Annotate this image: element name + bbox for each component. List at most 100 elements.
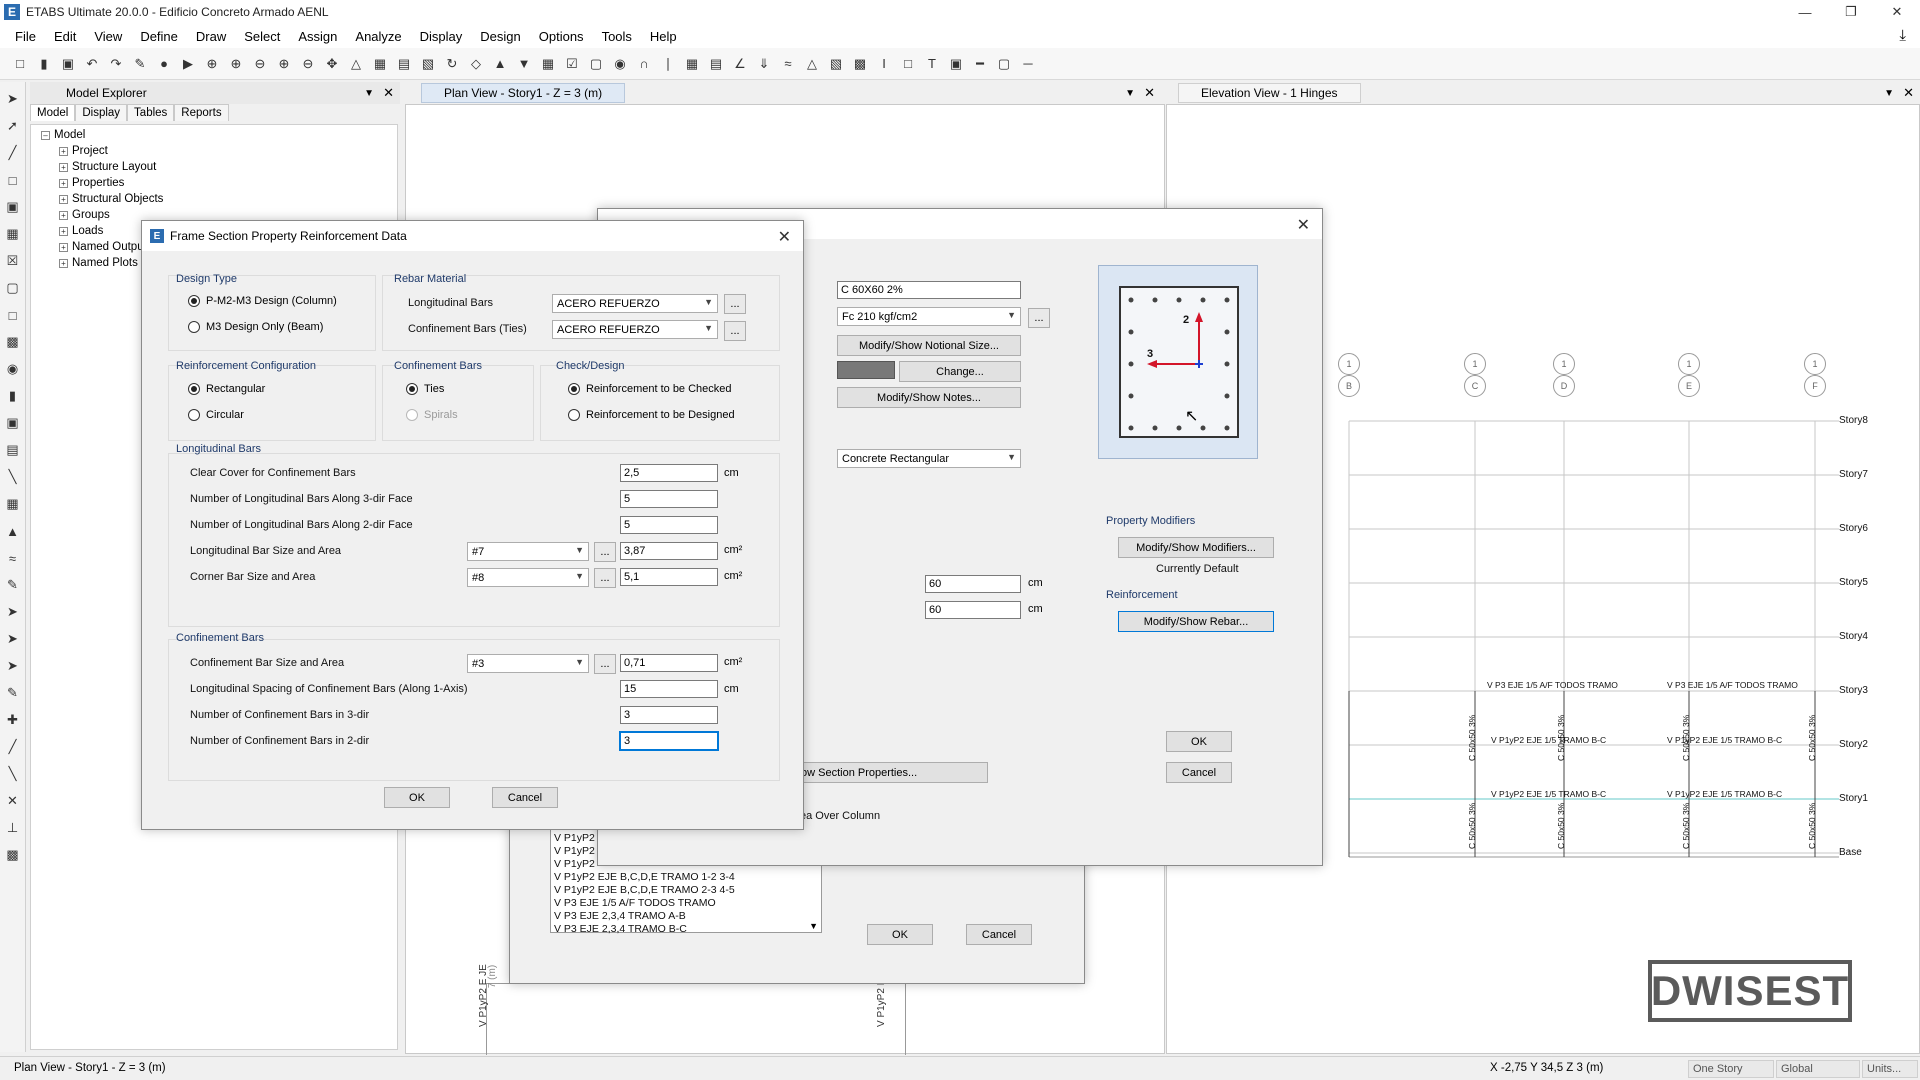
elevation-view-tab[interactable]: Elevation View - 1 Hinges [1178,83,1361,103]
select-box-icon[interactable]: □ [4,169,22,191]
plan-view-tab[interactable]: Plan View - Story1 - Z = 3 (m) [421,83,626,103]
nd-view-icon[interactable]: ▧ [418,54,438,74]
snap-end-icon[interactable]: ╲ [4,763,22,785]
display-color-swatch[interactable] [837,361,895,379]
dash-line-icon[interactable]: ━ [970,54,990,74]
list-item[interactable]: V P1yP2 EJE B,C,D,E TRAMO 1-2 3-4 [554,871,735,883]
change-color-button[interactable]: Change... [899,361,1021,382]
units-button[interactable]: Units... [1862,1060,1918,1078]
tree-item-groups[interactable]: + Groups [59,209,110,221]
draw-brace-icon[interactable]: ╲ [4,466,22,488]
zoom-window-icon[interactable]: ⊕ [202,54,222,74]
conf-bar-ellipsis[interactable]: ... [594,654,616,674]
channel-icon[interactable]: ▣ [946,54,966,74]
longitudinal-material-combo[interactable]: ACERO REFUERZO ▼ [552,294,718,313]
draw-link-icon[interactable]: ≈ [4,547,22,569]
object-icon[interactable]: ◉ [610,54,630,74]
section-shape-combo[interactable]: Concrete Rectangular ▼ [837,449,1021,468]
move-down-icon[interactable]: ▼ [514,54,534,74]
zoom-in-step-icon[interactable]: ⊕ [274,54,294,74]
clear-cover-field[interactable]: 2,5 [620,464,718,482]
confinement-material-ellipsis[interactable]: ... [724,321,746,341]
menu-analyze[interactable]: Analyze [346,29,410,44]
tree-item-named-plots[interactable]: + Named Plots [59,257,138,269]
conf-bars-2dir-field[interactable]: 3 [619,731,719,751]
minimize-icon[interactable]: — [1782,0,1828,24]
perspective-icon[interactable]: ◇ [466,54,486,74]
menu-view[interactable]: View [85,29,131,44]
bar-size-ellipsis[interactable]: ... [594,542,616,562]
draw-section-icon[interactable]: ▤ [4,439,22,461]
panel-close-icon[interactable]: ✕ [1903,85,1914,101]
conf-spacing-field[interactable]: 15 [620,680,718,698]
grid-icon[interactable]: ▦ [538,54,558,74]
expand-icon[interactable]: + [59,178,68,188]
material-combo[interactable]: Fc 210 kgf/cm2 ▼ [837,307,1021,326]
corner-bar-area-field[interactable]: 5,1 [620,568,718,586]
rotate-icon[interactable]: ↻ [442,54,462,74]
tab-display[interactable]: Display [75,104,128,121]
load-icon[interactable]: ⇓ [754,54,774,74]
frame-props-cancel-button[interactable]: Cancel [966,924,1032,945]
plan-view-icon[interactable]: ▦ [370,54,390,74]
expand-icon[interactable]: + [59,210,68,220]
modify-modifiers-button[interactable]: Modify/Show Modifiers... [1118,537,1274,558]
snap-icon[interactable]: ✎ [4,682,22,704]
box-section-icon[interactable]: □ [898,54,918,74]
frame-props-ok-button[interactable]: OK [867,924,933,945]
menu-select[interactable]: Select [235,29,289,44]
zoom-out-step-icon[interactable]: ⊖ [298,54,318,74]
rebar-cancel-button[interactable]: Cancel [492,787,558,808]
collapse-icon[interactable]: – [41,130,50,140]
close-window-icon[interactable]: ✕ [1874,0,1920,24]
close-icon[interactable]: ✕ [778,227,791,247]
design-type-beam-radio[interactable]: M3 Design Only (Beam) [188,321,323,333]
pointer-icon[interactable]: ➤ [4,88,22,110]
tab-reports[interactable]: Reports [174,104,229,121]
bars-3dir-field[interactable]: 5 [620,490,718,508]
run-icon[interactable]: ▶ [178,54,198,74]
brace-icon[interactable]: ∠ [730,54,750,74]
menu-tools[interactable]: Tools [593,29,641,44]
ties-radio[interactable]: Ties [406,383,444,395]
panel-close-icon[interactable]: ✕ [1144,85,1155,101]
show-section-properties-button[interactable]: ow Section Properties... [798,762,988,783]
select-cross-icon[interactable]: ☒ [4,250,22,272]
move-up-icon[interactable]: ▲ [490,54,510,74]
i-section-icon[interactable]: I [874,54,894,74]
list-item[interactable]: V P3 EJE 2,3,4 TRAMO B-C [554,923,687,935]
draw-dimension-icon[interactable]: ✎ [4,574,22,596]
longitudinal-material-ellipsis[interactable]: ... [724,294,746,314]
panel-close-icon[interactable]: ✕ [383,85,394,101]
to-be-checked-radio[interactable]: Reinforcement to be Checked [568,383,732,395]
bar-area-field[interactable]: 3,87 [620,542,718,560]
mesh-icon[interactable]: ▩ [850,54,870,74]
zoom-out-icon[interactable]: ⊖ [250,54,270,74]
menu-help[interactable]: Help [641,29,686,44]
snap-line-icon[interactable]: ╱ [4,736,22,758]
select-poly-icon[interactable]: ▣ [4,196,22,218]
menu-edit[interactable]: Edit [45,29,85,44]
menu-assign[interactable]: Assign [289,29,346,44]
story-combo[interactable]: One Story [1688,1060,1774,1078]
tree-item-structural-objects[interactable]: + Structural Objects [59,193,163,205]
zoom-in-icon[interactable]: ⊕ [226,54,246,74]
list-item[interactable]: V P3 EJE 2,3,4 TRAMO A-B [554,910,686,922]
modify-rebar-button[interactable]: Modify/Show Rebar... [1118,611,1274,632]
notional-size-button[interactable]: Modify/Show Notional Size... [837,335,1021,356]
select-clear-icon[interactable]: ➤ [4,655,22,677]
section-cut-icon[interactable]: ▧ [826,54,846,74]
draw-area-icon[interactable]: ▢ [4,277,22,299]
draw-opening-icon[interactable]: ▣ [4,412,22,434]
menu-define[interactable]: Define [131,29,187,44]
view-3d-icon[interactable]: △ [346,54,366,74]
draw-support-icon[interactable]: ▲ [4,520,22,542]
menu-options[interactable]: Options [530,29,593,44]
t-section-icon[interactable]: T [922,54,942,74]
undo-icon[interactable]: ↶ [82,54,102,74]
section-ok-button[interactable]: OK [1166,731,1232,752]
column-icon[interactable]: ∣ [658,54,678,74]
solid-line-icon[interactable]: ─ [1018,54,1038,74]
rebar-ok-button[interactable]: OK [384,787,450,808]
bars-2dir-field[interactable]: 5 [620,516,718,534]
